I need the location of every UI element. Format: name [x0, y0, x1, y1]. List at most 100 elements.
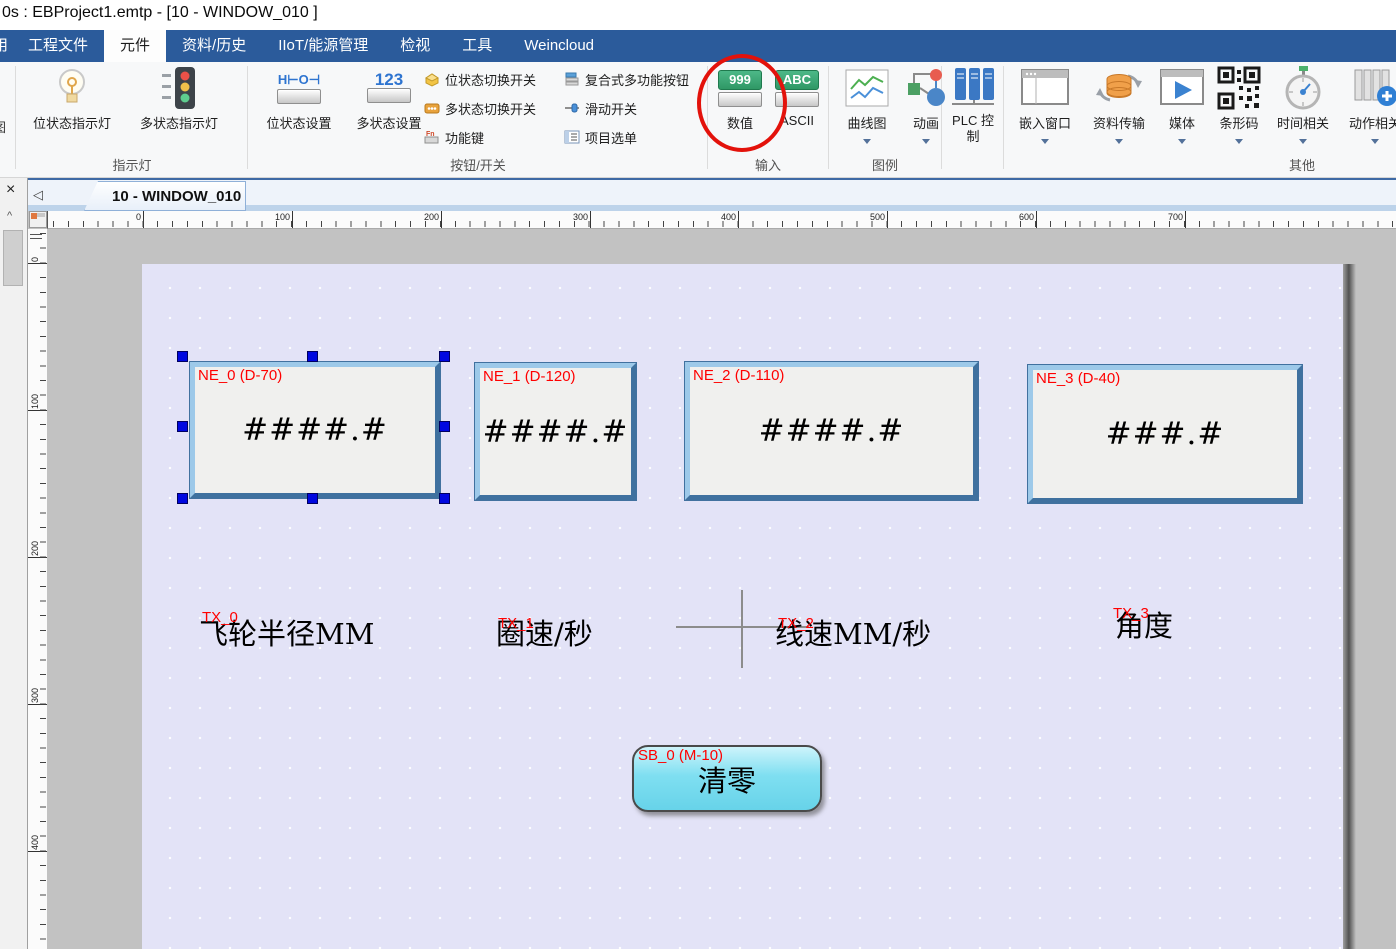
stopwatch-icon: [1280, 65, 1326, 111]
action-related-button[interactable]: 动作相关: [1342, 62, 1396, 144]
element-tag: NE_1 (D-120): [483, 368, 576, 385]
selection-handle[interactable]: [177, 351, 188, 362]
numeric-element-ne0[interactable]: NE_0 (D-70) ####.#: [190, 362, 440, 498]
left-panel-strip: × ^: [0, 178, 28, 949]
group-label-input: 输入: [710, 155, 826, 174]
bit-lamp-button[interactable]: 位状态指示灯: [22, 62, 122, 132]
element-tag: SB_0 (M-10): [638, 747, 723, 764]
trend-chart-button[interactable]: 曲线图: [836, 62, 898, 144]
bit-set-button[interactable]: H⊢O⊣ 位状态设置: [252, 62, 346, 132]
numeric-placeholder: ####.#: [759, 413, 905, 449]
chevron-down-icon: [1041, 139, 1049, 144]
data-transfer-button[interactable]: 资料传输: [1086, 62, 1152, 144]
menu-item-project-file[interactable]: 工程文件: [12, 30, 104, 62]
ribbon: 图 位状态指示灯 多状态指示灯 指示灯 H⊢O⊣: [0, 62, 1396, 178]
numeric-element-ne3[interactable]: NE_3 (D-40) ###.#: [1028, 365, 1302, 503]
plc-icon: [950, 65, 996, 111]
chevron-down-icon: [1178, 139, 1186, 144]
app-window: 0s : EBProject1.emtp - [10 - WINDOW_010 …: [0, 0, 1396, 949]
combo-button-item[interactable]: 复合式多功能按钮: [564, 68, 689, 90]
numeric-element-ne2[interactable]: NE_2 (D-110) ####.#: [685, 362, 978, 500]
word-lamp-button[interactable]: 多状态指示灯: [128, 62, 230, 132]
menu-item-iiot-energy[interactable]: IIoT/能源管理: [262, 30, 384, 62]
option-list-item[interactable]: 项目选单: [564, 126, 637, 148]
title-bar: 0s : EBProject1.emtp - [10 - WINDOW_010 …: [0, 0, 1396, 30]
group-label-indicator: 指示灯: [18, 155, 246, 174]
numeric-button[interactable]: 999 数值: [712, 62, 768, 132]
group-separator: [15, 66, 16, 169]
numeric-element-ne1[interactable]: NE_1 (D-120) ####.#: [475, 363, 636, 500]
text-label-tag: TX_1: [498, 615, 534, 632]
slide-switch-item[interactable]: 滑动开关: [564, 97, 637, 119]
action-related-icon: [1351, 65, 1396, 111]
menu-item-object[interactable]: 元件: [104, 30, 166, 62]
selection-handle[interactable]: [439, 421, 450, 432]
selection-handle[interactable]: [439, 351, 450, 362]
menu-item-partial[interactable]: 用: [0, 30, 12, 62]
set-bit-button-sb0[interactable]: SB_0 (M-10) 清零: [632, 745, 822, 812]
menu-item-tool[interactable]: 工具: [446, 30, 508, 62]
group-separator: [707, 66, 708, 169]
selection-handle[interactable]: [177, 421, 188, 432]
horizontal-ruler: 0 100 200 300 400 500 600 700: [47, 211, 1396, 229]
embed-window-button[interactable]: 嵌入窗口: [1012, 62, 1078, 144]
selection-handle[interactable]: [177, 493, 188, 504]
line-chart-icon: [844, 65, 890, 111]
group-separator: [247, 66, 248, 169]
tab-nav-left-icon[interactable]: ◁: [33, 187, 43, 203]
time-related-button[interactable]: 时间相关: [1270, 62, 1336, 144]
scroll-up-icon[interactable]: ^: [7, 210, 12, 222]
ruler-corner-icon[interactable]: [29, 211, 47, 228]
scrollbar-thumb[interactable]: [3, 230, 23, 286]
v-ruler-label: 0: [30, 257, 40, 262]
traffic-light-icon: [160, 65, 198, 111]
chevron-down-icon: [1115, 139, 1123, 144]
selection-handle[interactable]: [439, 493, 450, 504]
plc-control-button[interactable]: PLC 控制: [946, 62, 1000, 145]
selection-handle[interactable]: [307, 351, 318, 362]
v-ruler-label: 400: [30, 835, 40, 850]
menu-item-view[interactable]: 检视: [384, 30, 446, 62]
combo-button-icon: [564, 71, 580, 87]
barcode-button[interactable]: 条形码: [1210, 62, 1268, 144]
menu-item-weincloud[interactable]: Weincloud: [508, 30, 610, 62]
chevron-down-icon: [1371, 139, 1379, 144]
animation-icon: [904, 65, 948, 111]
slide-switch-icon: [564, 100, 580, 116]
text-label-tag: TX_3: [1113, 605, 1149, 622]
chevron-down-icon: [863, 139, 871, 144]
text-label-tag: TX_0: [202, 609, 238, 626]
canvas-shadow: [1343, 264, 1356, 949]
ascii-button[interactable]: ABC ASCII: [770, 62, 824, 128]
toggle-bit-icon: [424, 71, 440, 87]
element-tag: NE_2 (D-110): [693, 367, 784, 384]
word-toggle-switch-item[interactable]: 多状态切换开关: [424, 97, 536, 119]
function-key-item[interactable]: Fn 功能键: [424, 126, 484, 148]
chevron-down-icon: [1299, 139, 1307, 144]
option-list-icon: [564, 129, 580, 145]
menu-item-data-history[interactable]: 资料/历史: [166, 30, 262, 62]
h-ruler-label: 100: [275, 212, 292, 222]
design-canvas[interactable]: NE_0 (D-70) ####.# NE_1 (D-120) ####.# N…: [142, 264, 1343, 949]
bit-toggle-switch-item[interactable]: 位状态切换开关: [424, 68, 536, 90]
element-tag: NE_3 (D-40): [1036, 370, 1120, 387]
tab-window-010[interactable]: 10 - WINDOW_010 ×: [84, 181, 246, 211]
window-tab-strip: ◁ 10 - WINDOW_010 ×: [28, 178, 1396, 211]
h-ruler-label: 700: [1168, 212, 1185, 222]
media-button[interactable]: 媒体: [1158, 62, 1206, 144]
menu-bar: 用 工程文件 元件 资料/历史 IIoT/能源管理 检视 工具 Weinclou…: [0, 30, 1396, 62]
numeric-placeholder: ####.#: [483, 414, 629, 450]
toggle-word-icon: [424, 100, 440, 116]
animation-button[interactable]: 动画: [902, 62, 950, 144]
v-ruler-label: 200: [30, 541, 40, 556]
window-title: 0s : EBProject1.emtp - [10 - WINDOW_010 …: [2, 4, 318, 22]
v-ruler-label: 300: [30, 688, 40, 703]
data-transfer-icon: [1094, 65, 1144, 111]
word-set-button[interactable]: 123 多状态设置: [342, 62, 436, 132]
tab-close-icon[interactable]: ×: [255, 188, 263, 204]
panel-close-icon[interactable]: ×: [6, 181, 15, 199]
vertical-ruler: 0 100 200 300 400: [28, 229, 47, 949]
h-ruler-label: 300: [573, 212, 590, 222]
numeric-placeholder: ####.#: [242, 412, 388, 448]
selection-handle[interactable]: [307, 493, 318, 504]
